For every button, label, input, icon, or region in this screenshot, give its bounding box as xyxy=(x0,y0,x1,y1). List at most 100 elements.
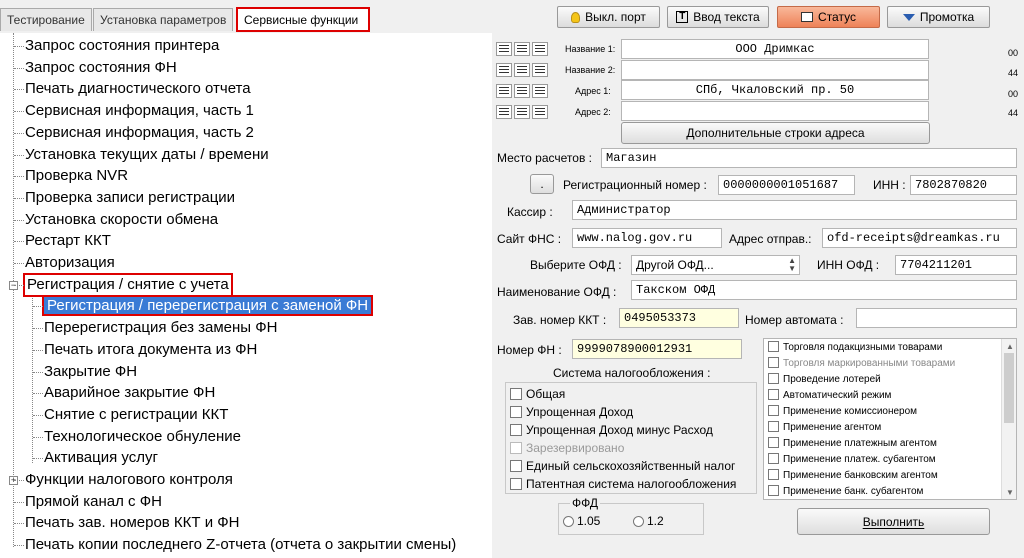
feature-bank-agent[interactable]: Применение банковским агентом xyxy=(768,469,938,481)
ofd-inn-field[interactable]: 7704211201 xyxy=(895,255,1017,275)
extra-address-lines-button[interactable]: Дополнительные строки адреса xyxy=(621,122,930,144)
tax-option-patent[interactable]: Патентная система налогообложения xyxy=(510,477,736,491)
align-center-icon[interactable] xyxy=(514,105,530,119)
checkbox[interactable] xyxy=(510,406,522,418)
tree-child-7[interactable]: Активация услуг xyxy=(44,448,158,468)
kkt-serial-field[interactable]: 0495053373 xyxy=(619,308,739,328)
cashier-label: Кассир : xyxy=(507,205,553,219)
checkbox[interactable] xyxy=(510,424,522,436)
place-field[interactable]: Магазин xyxy=(601,148,1017,168)
tree-child-5[interactable]: Снятие с регистрации ККТ xyxy=(44,405,228,425)
tree-item-9[interactable]: Рестарт ККТ xyxy=(25,231,111,251)
addr2-field[interactable] xyxy=(621,101,929,121)
tree-item-7[interactable]: Проверка записи регистрации xyxy=(25,188,235,208)
tree-child-1[interactable]: Перерегистрация без замены ФН xyxy=(44,318,277,338)
tab-service-functions[interactable]: Сервисные функции xyxy=(236,7,370,32)
tree-item-10[interactable]: Авторизация xyxy=(25,253,115,273)
align-right-icon[interactable] xyxy=(532,84,548,98)
checkbox[interactable] xyxy=(768,421,779,432)
tree-after-item-2[interactable]: Печать зав. номеров ККТ и ФН xyxy=(25,513,240,533)
checkbox[interactable] xyxy=(768,485,779,496)
status-button[interactable]: Статус xyxy=(777,6,880,28)
feature-automatic-mode[interactable]: Автоматический режим xyxy=(768,389,891,401)
tree-child-4[interactable]: Аварийное закрытие ФН xyxy=(44,383,215,403)
scroll-down-icon[interactable]: ▼ xyxy=(1006,488,1014,497)
align-center-icon[interactable] xyxy=(514,42,530,56)
tree-item-8[interactable]: Установка скорости обмена xyxy=(25,210,218,230)
tax-option-simplified-income-minus-expense[interactable]: Упрощенная Доход минус Расход xyxy=(510,423,713,437)
tree-item-2[interactable]: Печать диагностического отчета xyxy=(25,79,251,99)
radio-button[interactable] xyxy=(633,516,644,527)
scrollbar-thumb[interactable] xyxy=(1004,353,1014,423)
fn-number-field[interactable]: 9999078900012931 xyxy=(572,339,742,359)
tab-testing[interactable]: Тестирование xyxy=(0,8,92,31)
feature-commission-agent[interactable]: Применение комиссионером xyxy=(768,405,917,417)
tree-child-3[interactable]: Закрытие ФН xyxy=(44,362,137,382)
checkbox[interactable] xyxy=(768,389,779,400)
tree-after-item-1[interactable]: Прямой канал с ФН xyxy=(25,492,162,512)
align-right-icon[interactable] xyxy=(532,63,548,77)
tab-parameters[interactable]: Установка параметров xyxy=(93,8,233,31)
tree-child-0[interactable]: Регистрация / перерегистрация с заменой … xyxy=(41,295,374,317)
checkbox[interactable] xyxy=(768,341,779,352)
ffd-option-12[interactable]: 1.2 xyxy=(633,514,664,528)
regnum-field[interactable]: 0000000001051687 xyxy=(718,175,855,195)
fns-site-field[interactable]: www.nalog.gov.ru xyxy=(572,228,722,248)
feature-payment-subagent[interactable]: Применение платеж. субагентом xyxy=(768,453,936,465)
feature-bank-subagent[interactable]: Применение банк. субагентом xyxy=(768,485,923,497)
feature-lotteries[interactable]: Проведение лотерей xyxy=(768,373,881,385)
tree-child-6[interactable]: Технологическое обнуление xyxy=(44,427,241,447)
sender-address-field[interactable]: ofd-receipts@dreamkas.ru xyxy=(822,228,1017,248)
align-right-icon[interactable] xyxy=(532,105,548,119)
inn-field[interactable]: 7802870820 xyxy=(910,175,1017,195)
tax-option-simplified-income[interactable]: Упрощенная Доход xyxy=(510,405,633,419)
features-scrollbar[interactable]: ▲ ▼ xyxy=(1001,339,1016,499)
tree-child-2[interactable]: Печать итога документа из ФН xyxy=(44,340,257,360)
addr1-field[interactable]: СПб, Чкаловский пр. 50 xyxy=(621,80,929,100)
ofd-select[interactable]: Другой ОФД... ▲ ▼ xyxy=(631,255,800,275)
checkbox[interactable] xyxy=(768,405,779,416)
checkbox[interactable] xyxy=(768,437,779,448)
tree-item-0[interactable]: Запрос состояния принтера xyxy=(25,36,219,56)
checkbox[interactable] xyxy=(510,388,522,400)
scroll-up-icon[interactable]: ▲ xyxy=(1006,342,1014,351)
automat-number-field[interactable] xyxy=(856,308,1017,328)
text-input-button[interactable]: T Ввод текста xyxy=(667,6,769,28)
scroll-button[interactable]: Промотка xyxy=(887,6,990,28)
checkbox[interactable] xyxy=(510,460,522,472)
tree-item-3[interactable]: Сервисная информация, часть 1 xyxy=(25,101,254,121)
ffd-option-105[interactable]: 1.05 xyxy=(563,514,600,528)
radio-button[interactable] xyxy=(563,516,574,527)
tree-item-5[interactable]: Установка текущих даты / времени xyxy=(25,145,269,165)
tree-item-6[interactable]: Проверка NVR xyxy=(25,166,128,186)
align-left-icon[interactable] xyxy=(496,63,512,77)
tax-option-agricultural[interactable]: Единый сельскохозяйственный налог xyxy=(510,459,735,473)
align-left-icon[interactable] xyxy=(496,42,512,56)
cashier-field[interactable]: Администратор xyxy=(572,200,1017,220)
checkbox[interactable] xyxy=(768,469,779,480)
ofd-name-field[interactable]: Такском ОФД xyxy=(631,280,1017,300)
name2-field[interactable] xyxy=(621,60,929,80)
dot-button[interactable]: . xyxy=(530,174,554,194)
tree-item-1[interactable]: Запрос состояния ФН xyxy=(25,58,177,78)
align-center-icon[interactable] xyxy=(514,84,530,98)
feature-payment-agent[interactable]: Применение платежным агентом xyxy=(768,437,937,449)
align-right-icon[interactable] xyxy=(532,42,548,56)
features-list[interactable]: Торговля подакцизными товарами Торговля … xyxy=(763,338,1017,500)
align-left-icon[interactable] xyxy=(496,84,512,98)
checkbox[interactable] xyxy=(510,478,522,490)
tree-item-4[interactable]: Сервисная информация, часть 2 xyxy=(25,123,254,143)
checkbox[interactable] xyxy=(768,373,779,384)
align-center-icon[interactable] xyxy=(514,63,530,77)
tree-after-item-3[interactable]: Печать копии последнего Z-отчета (отчета… xyxy=(25,535,456,555)
tree-after-item-0[interactable]: Функции налогового контроля xyxy=(25,470,233,490)
checkbox[interactable] xyxy=(768,453,779,464)
feature-agent[interactable]: Применение агентом xyxy=(768,421,881,433)
feature-excise-goods[interactable]: Торговля подакцизными товарами xyxy=(768,341,942,353)
align-left-icon[interactable] xyxy=(496,105,512,119)
name1-field[interactable]: ООО Дримкас xyxy=(621,39,929,59)
port-off-button[interactable]: Выкл. порт xyxy=(557,6,660,28)
tree-group-registration[interactable]: Регистрация / снятие с учета xyxy=(23,272,233,297)
execute-button[interactable]: Выполнить xyxy=(797,508,990,535)
tax-option-general[interactable]: Общая xyxy=(510,387,565,401)
